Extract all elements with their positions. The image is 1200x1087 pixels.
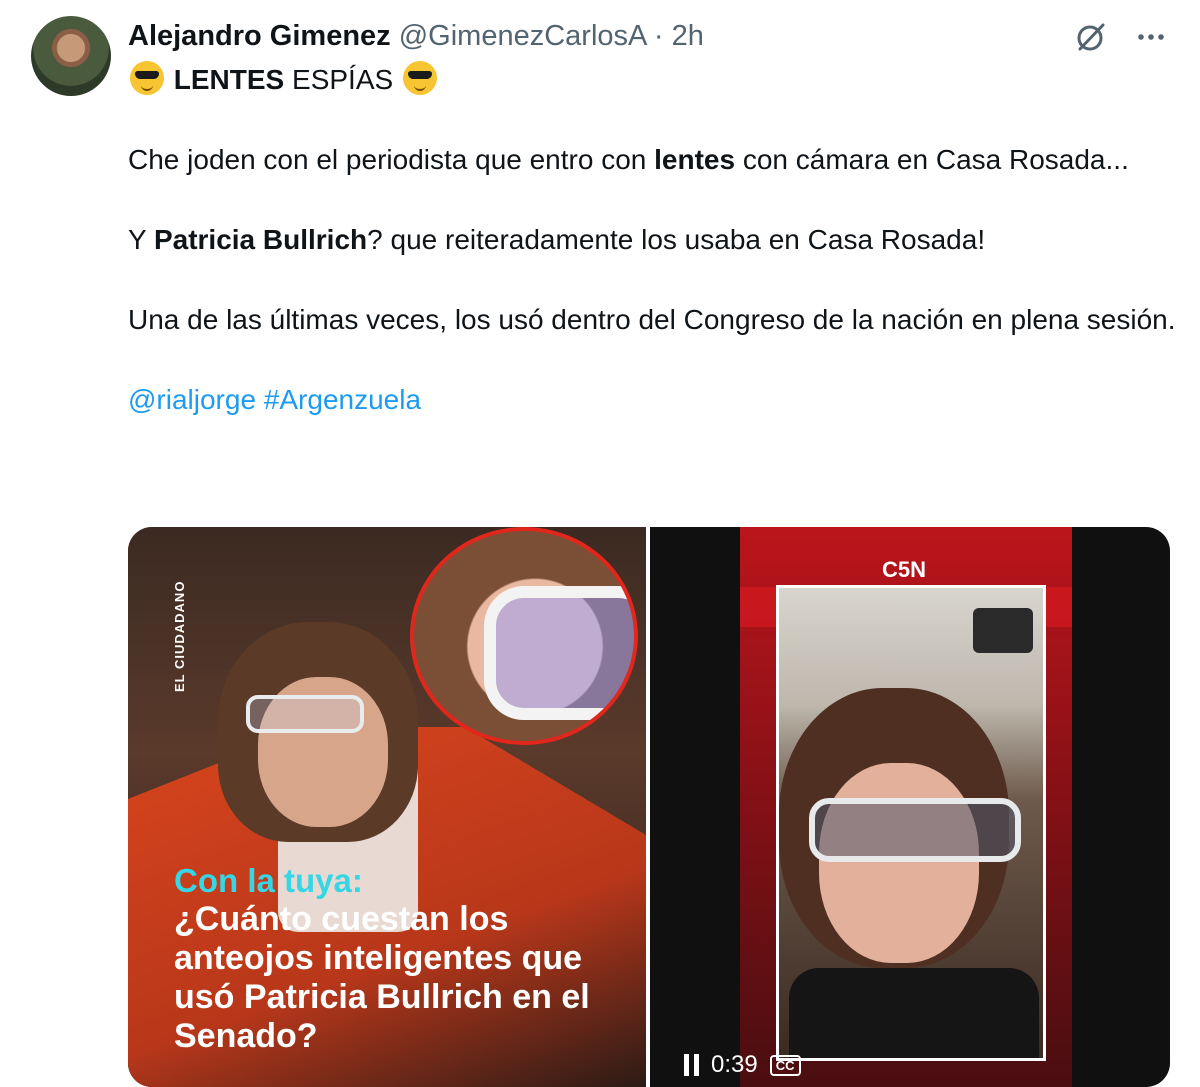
hashtag-link[interactable]: #Argenzuela <box>264 384 421 415</box>
tweet-paragraph-2: Y Patricia Bullrich? que reiteradamente … <box>128 220 1178 260</box>
video-controls: 0:39 CC <box>684 1051 801 1079</box>
separator: · <box>653 20 664 52</box>
image-caption: Con la tuya: ¿Cuánto cuestan los anteojo… <box>174 862 634 1056</box>
media-image-left[interactable]: EL CIUDADANO Con la tuya: ¿Cuánto cuesta… <box>128 527 646 1087</box>
glasses <box>809 798 1021 862</box>
glasses <box>246 695 364 733</box>
tweet-text: LENTES ESPÍAS Che joden con el periodist… <box>128 60 1178 420</box>
p2-text-c: ? que reiteradamente los usaba en Casa R… <box>367 224 986 255</box>
title-bold: LENTES <box>173 64 285 95</box>
caption-kicker: Con la tuya: <box>174 862 363 899</box>
sunglasses-emoji-icon <box>402 61 437 95</box>
tweet-paragraph-3: Una de las últimas veces, los usó dentro… <box>128 304 1176 335</box>
pause-icon[interactable] <box>684 1054 699 1076</box>
tweet-links: @rialjorge #Argenzuela <box>128 380 1178 420</box>
p2-text-a: Y <box>128 224 154 255</box>
zoomed-glasses <box>484 586 634 720</box>
video-frame <box>776 585 1046 1061</box>
author-name[interactable]: Alejandro Gimenez <box>128 20 391 52</box>
person-face <box>819 763 979 963</box>
media-video-right[interactable]: C5N 0:39 CC <box>650 527 1170 1087</box>
source-label: EL CIUDADANO <box>172 580 187 692</box>
black-shirt <box>789 968 1039 1058</box>
camera-in-background <box>973 608 1033 653</box>
zoom-inset <box>410 527 638 745</box>
p1-bold: lentes <box>654 144 736 175</box>
tweet-paragraph-1: Che joden con el periodista que entro co… <box>128 140 1178 180</box>
caption-headline: ¿Cuánto cuestan los anteojos inteligente… <box>174 900 590 1055</box>
p1-text-a: Che joden con el periodista que entro co… <box>128 144 655 175</box>
tweet-actions-top <box>1072 18 1170 56</box>
mention-link[interactable]: @rialjorge <box>128 384 256 415</box>
tweet-title-line: LENTES ESPÍAS <box>128 60 1178 100</box>
channel-logo: C5N <box>882 557 927 582</box>
sunglasses-emoji-icon <box>130 61 164 95</box>
author-handle[interactable]: @GimenezCarlosA <box>399 20 646 52</box>
captions-button[interactable]: CC <box>769 1054 801 1076</box>
more-icon[interactable] <box>1132 18 1170 56</box>
p2-bold: Patricia Bullrich <box>153 224 368 255</box>
author-avatar[interactable] <box>31 16 111 96</box>
grok-icon[interactable] <box>1072 18 1110 56</box>
tweet-media: EL CIUDADANO Con la tuya: ¿Cuánto cuesta… <box>128 527 1170 1087</box>
tweet-time[interactable]: 2h <box>672 20 704 52</box>
title-rest: ESPÍAS <box>284 64 394 95</box>
video-time: 0:39 <box>711 1051 758 1078</box>
p1-text-c: con cámara en Casa Rosada... <box>735 144 1129 175</box>
tweet-header: Alejandro Gimenez @GimenezCarlosA · 2h <box>128 18 704 54</box>
